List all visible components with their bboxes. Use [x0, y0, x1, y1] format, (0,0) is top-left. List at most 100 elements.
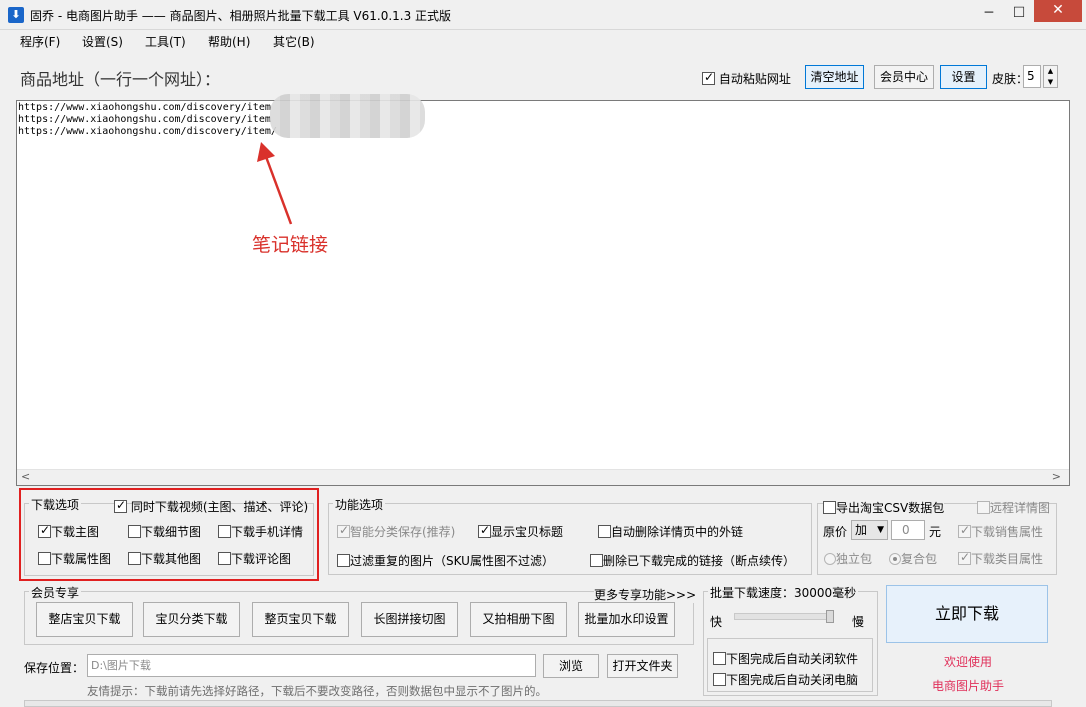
auto-paste-checkbox[interactable] — [702, 70, 715, 85]
browse-button[interactable]: 浏览 — [543, 654, 599, 678]
annotation-label: 笔记链接 — [252, 234, 329, 256]
speed-fast-label: 快 — [710, 615, 723, 629]
standalone-option[interactable]: 独立包 — [824, 550, 872, 567]
smart-save-checkbox[interactable] — [337, 523, 350, 538]
close-computer-checkbox[interactable] — [713, 673, 726, 686]
export-csv-option[interactable]: 导出淘宝CSV数据包 — [823, 499, 945, 516]
url-textarea[interactable] — [16, 100, 1070, 486]
function-options-legend: 功能选项 — [333, 496, 386, 513]
annotation-arrow-icon — [257, 142, 293, 225]
delete-done-checkbox[interactable] — [590, 554, 603, 567]
menu-other[interactable]: 其它(B) — [273, 33, 315, 50]
youpai-album-button[interactable]: 又拍相册下图 — [470, 602, 567, 637]
attribute-image-checkbox[interactable] — [38, 552, 51, 565]
option-label: 智能分类保存(推荐) — [350, 525, 456, 539]
option-label: 复合包 — [901, 552, 938, 566]
combined-option[interactable]: 复合包 — [889, 550, 937, 567]
menu-help[interactable]: 帮助(H) — [208, 33, 250, 50]
option-label: 下图完成后自动关闭电脑 — [726, 673, 859, 687]
option-attribute-image[interactable]: 下载属性图 — [38, 550, 111, 567]
skin-spinner[interactable]: ▲ ▼ — [1043, 65, 1058, 88]
option-label: 显示宝贝标题 — [491, 525, 564, 539]
speed-slow-label: 慢 — [852, 615, 865, 629]
video-label: 同时下载视频(主图、描述、评论) — [130, 500, 309, 514]
long-image-button[interactable]: 长图拼接切图 — [361, 602, 458, 637]
option-remove-links[interactable]: 自动删除详情页中的外链 — [598, 523, 743, 540]
other-image-checkbox[interactable] — [128, 552, 141, 565]
review-image-checkbox[interactable] — [218, 552, 231, 565]
remote-detail-checkbox[interactable] — [977, 501, 990, 514]
option-detail-image[interactable]: 下载细节图 — [128, 523, 201, 540]
blurred-region — [270, 94, 425, 138]
remove-links-checkbox[interactable] — [598, 525, 611, 538]
option-label: 独立包 — [836, 552, 873, 566]
auto-paste-option[interactable]: 自动粘贴网址 — [702, 70, 791, 87]
auto-paste-label: 自动粘贴网址 — [718, 72, 791, 86]
whole-store-button[interactable]: 整店宝贝下载 — [36, 602, 133, 637]
watermark-button[interactable]: 批量加水印设置 — [578, 602, 675, 637]
speed-slider[interactable] — [734, 613, 834, 620]
save-path-input[interactable]: D:\图片下载 — [87, 654, 536, 677]
menu-tools[interactable]: 工具(T) — [145, 33, 186, 50]
option-mobile-detail[interactable]: 下载手机详情 — [218, 523, 303, 540]
spin-up-icon[interactable]: ▲ — [1044, 66, 1057, 77]
close-software-checkbox[interactable] — [713, 652, 726, 665]
category-attr-option[interactable]: 下载类目属性 — [958, 550, 1043, 567]
main-image-checkbox[interactable] — [38, 523, 51, 538]
close-software-option[interactable]: 下图完成后自动关闭软件 — [713, 650, 858, 667]
mobile-detail-checkbox[interactable] — [218, 525, 231, 538]
remote-detail-option[interactable]: 远程详情图 — [977, 499, 1050, 516]
price-label: 原价 — [823, 525, 848, 539]
option-filter-duplicates[interactable]: 过滤重复的图片（SKU属性图不过滤） — [337, 552, 554, 569]
welcome-text: 欢迎使用 — [944, 655, 993, 669]
detail-image-checkbox[interactable] — [128, 525, 141, 538]
close-button[interactable]: ✕ — [1034, 0, 1082, 22]
option-label: 过滤重复的图片（SKU属性图不过滤） — [350, 554, 554, 568]
member-center-button[interactable]: 会员中心 — [874, 65, 934, 89]
filter-duplicates-checkbox[interactable] — [337, 554, 350, 567]
option-label: 下载属性图 — [51, 552, 112, 566]
sales-attr-option[interactable]: 下载销售属性 — [958, 523, 1043, 540]
close-computer-option[interactable]: 下图完成后自动关闭电脑 — [713, 671, 858, 688]
menu-settings[interactable]: 设置(S) — [82, 33, 123, 50]
settings-button[interactable]: 设置 — [940, 65, 987, 89]
sales-attr-checkbox[interactable] — [958, 523, 971, 538]
option-show-title[interactable]: 显示宝贝标题 — [478, 523, 563, 540]
save-location-label: 保存位置： — [24, 661, 85, 675]
scroll-right-icon[interactable]: > — [1052, 470, 1061, 483]
horizontal-scrollbar[interactable]: < > — [17, 469, 1069, 485]
export-csv-checkbox[interactable] — [823, 501, 836, 514]
address-title: 商品地址（一行一个网址）： — [20, 70, 221, 89]
open-folder-button[interactable]: 打开文件夹 — [607, 654, 678, 678]
option-delete-done[interactable]: 删除已下载完成的链接（断点续传） — [590, 552, 795, 569]
spin-down-icon[interactable]: ▼ — [1044, 77, 1057, 88]
option-review-image[interactable]: 下载评论图 — [218, 550, 291, 567]
option-main-image[interactable]: 下载主图 — [38, 523, 99, 540]
status-bar — [24, 700, 1052, 707]
menu-program[interactable]: 程序(F) — [20, 33, 60, 50]
speed-legend: 批量下载速度：30000毫秒 — [708, 584, 859, 601]
option-other-image[interactable]: 下载其他图 — [128, 550, 201, 567]
speed-slider-thumb[interactable] — [826, 610, 834, 623]
price-input[interactable]: 0 — [891, 520, 925, 540]
more-features-link[interactable]: 更多专享功能>>> — [594, 586, 697, 603]
skin-input[interactable]: 5 — [1023, 65, 1041, 88]
option-label: 远程详情图 — [990, 501, 1051, 515]
category-download-button[interactable]: 宝贝分类下载 — [143, 602, 240, 637]
download-now-button[interactable]: 立即下载 — [886, 585, 1048, 643]
url-line: https://www.xiaohongshu.com/discovery/it… — [18, 102, 271, 113]
show-title-checkbox[interactable] — [478, 523, 491, 538]
app-name-text: 电商图片助手 — [932, 679, 1005, 693]
whole-page-button[interactable]: 整页宝贝下载 — [252, 602, 349, 637]
option-smart-save[interactable]: 智能分类保存(推荐) — [337, 523, 455, 540]
combined-radio[interactable] — [889, 553, 901, 565]
video-option[interactable]: 同时下载视频(主图、描述、评论) — [114, 498, 308, 515]
video-checkbox[interactable] — [114, 498, 127, 513]
category-attr-checkbox[interactable] — [958, 550, 971, 565]
option-label: 导出淘宝CSV数据包 — [836, 501, 945, 515]
price-op-value: 加 — [855, 523, 868, 537]
clear-address-button[interactable]: 清空地址 — [805, 65, 864, 89]
standalone-radio[interactable] — [824, 553, 836, 565]
scroll-left-icon[interactable]: < — [21, 470, 30, 483]
price-op-select[interactable]: 加 ▼ — [851, 520, 888, 540]
